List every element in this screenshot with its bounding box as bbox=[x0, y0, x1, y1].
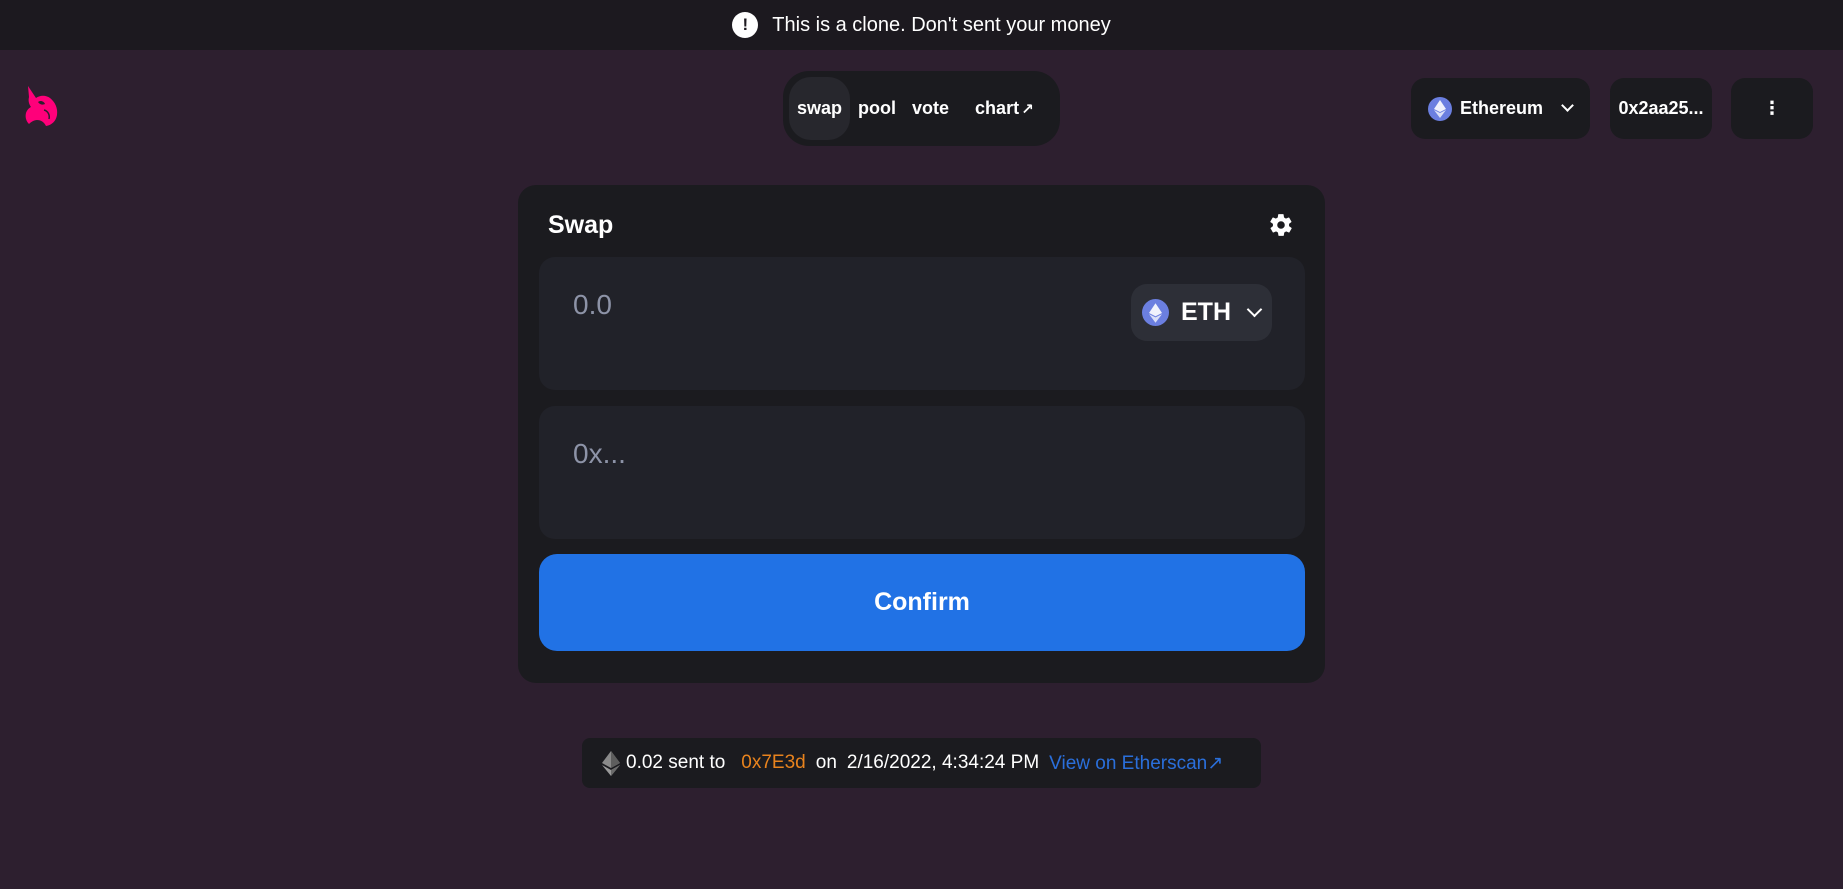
swap-card: Swap ETH Confirm bbox=[518, 185, 1325, 683]
token-select-button[interactable]: ETH bbox=[1131, 284, 1272, 341]
recipient-address-input[interactable] bbox=[571, 434, 1071, 474]
chevron-down-icon bbox=[1246, 301, 1263, 317]
nav-pool[interactable]: pool bbox=[850, 77, 904, 140]
ethereum-icon bbox=[1142, 299, 1169, 326]
warning-banner: ! This is a clone. Don't sent your money bbox=[0, 0, 1843, 50]
etherscan-link[interactable]: View on Etherscan↗ bbox=[1049, 752, 1223, 775]
amount-field: ETH bbox=[539, 257, 1305, 390]
ethereum-icon bbox=[1428, 96, 1452, 121]
tx-timestamp: 2/16/2022, 4:34:24 PM bbox=[846, 752, 1040, 773]
kebab-menu-icon: ⋮ bbox=[1763, 98, 1781, 118]
account-button[interactable]: 0x2aa25... bbox=[1610, 78, 1712, 139]
uniswap-unicorn-icon[interactable] bbox=[22, 84, 62, 128]
nav-chart-label: chart bbox=[975, 98, 1020, 118]
chevron-down-icon bbox=[1561, 99, 1574, 112]
etherscan-link-label: View on Etherscan bbox=[1049, 752, 1208, 774]
external-link-icon: ↗ bbox=[1021, 100, 1034, 118]
account-address: 0x2aa25... bbox=[1618, 98, 1704, 118]
nav-swap[interactable]: swap bbox=[789, 77, 851, 140]
nav-vote[interactable]: vote bbox=[904, 77, 957, 140]
exclamation-icon: ! bbox=[732, 12, 759, 38]
tx-amount: 0.02 sent to bbox=[626, 752, 726, 773]
network-selector-button[interactable]: Ethereum bbox=[1411, 78, 1590, 139]
warning-text: This is a clone. Don't sent your money bbox=[772, 13, 1111, 36]
confirm-button[interactable]: Confirm bbox=[539, 554, 1305, 651]
ethereum-icon bbox=[602, 751, 620, 776]
recipient-field bbox=[539, 406, 1305, 539]
network-label: Ethereum bbox=[1460, 98, 1544, 118]
tx-recipient-address: 0x7E3d bbox=[741, 752, 806, 773]
token-label: ETH bbox=[1181, 298, 1231, 326]
nav-chart[interactable]: chart ↗ bbox=[967, 77, 1042, 140]
external-link-icon: ↗ bbox=[1207, 752, 1224, 774]
tx-on-label: on bbox=[815, 752, 837, 773]
amount-input[interactable] bbox=[571, 285, 1071, 325]
more-menu-button[interactable]: ⋮ bbox=[1731, 78, 1813, 139]
swap-title: Swap bbox=[548, 211, 614, 239]
transaction-notification: 0.02 sent to 0x7E3d on 2/16/2022, 4:34:2… bbox=[582, 738, 1261, 788]
main-nav: swap pool vote chart ↗ bbox=[783, 71, 1060, 146]
nav-pool-label: pool bbox=[858, 98, 897, 118]
gear-icon[interactable] bbox=[1268, 212, 1294, 238]
nav-swap-label: swap bbox=[797, 98, 843, 118]
nav-vote-label: vote bbox=[912, 98, 950, 118]
